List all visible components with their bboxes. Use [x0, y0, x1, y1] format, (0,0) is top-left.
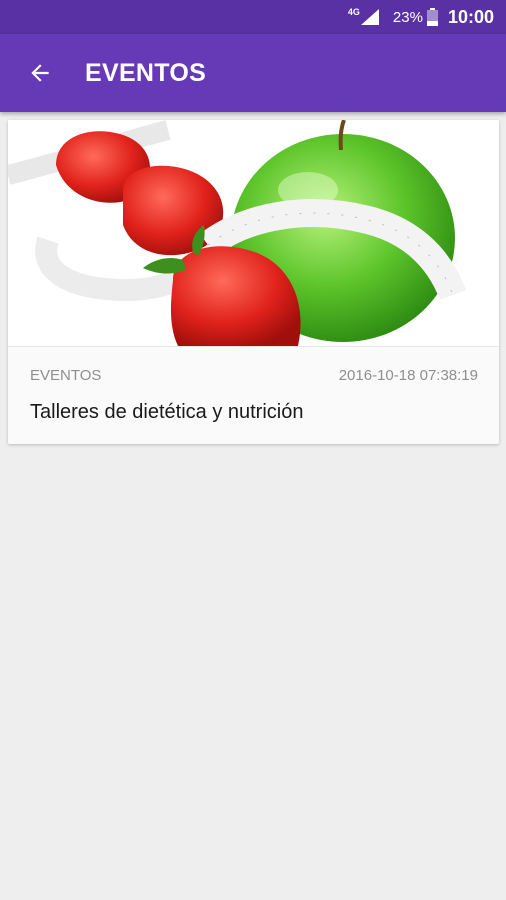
network-indicator: 4G — [347, 7, 379, 25]
event-card[interactable]: EVENTOS 2016-10-18 07:38:19 Talleres de … — [8, 120, 499, 444]
event-title: Talleres de dietética y nutrición — [30, 401, 304, 423]
event-category: EVENTOS — [30, 367, 102, 384]
app-bar: EVENTOS — [0, 34, 506, 112]
network-type-label: 4G — [347, 7, 360, 17]
battery-percent: 23% — [392, 8, 423, 26]
battery-icon — [426, 8, 438, 26]
signal-icon — [360, 9, 379, 25]
event-meta: EVENTOS 2016-10-18 07:38:19 — [8, 347, 499, 384]
clock: 10:00 — [447, 6, 494, 27]
event-image — [8, 120, 499, 347]
back-button[interactable] — [12, 45, 68, 101]
event-datetime: 2016-10-18 07:38:19 — [338, 367, 478, 384]
arrow-left-icon — [31, 64, 49, 82]
page-title: EVENTOS — [85, 58, 207, 87]
status-bar: 4G 23% 10:00 — [0, 0, 506, 34]
